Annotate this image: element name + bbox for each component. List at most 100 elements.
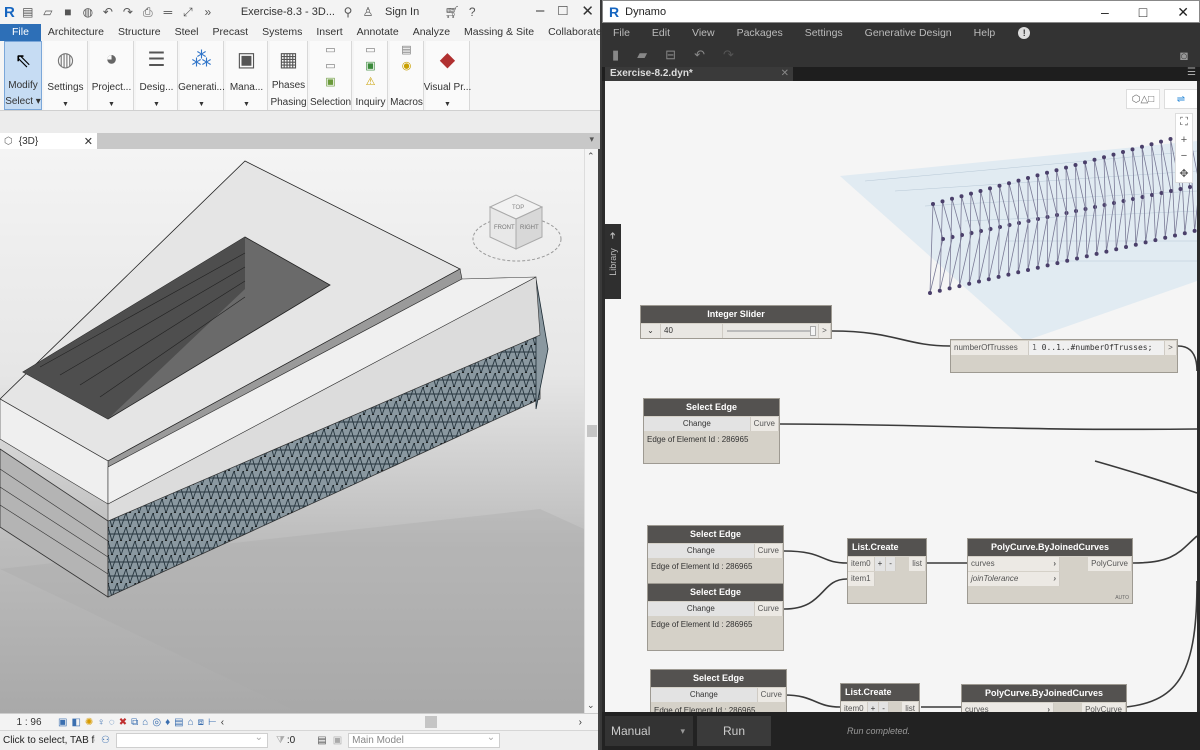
scroll-down-icon[interactable]: ⌄ xyxy=(587,700,595,711)
slider-value[interactable]: 40 xyxy=(661,323,723,338)
workset-icon[interactable]: ⚇ xyxy=(101,735,110,746)
search-icon[interactable]: ⚲ xyxy=(341,5,355,19)
crop-view-icon[interactable]: ✖ xyxy=(119,717,127,728)
zoom-fit-icon[interactable]: ⛶ xyxy=(1180,116,1188,129)
warnings-icon[interactable]: ⚠ xyxy=(366,75,376,88)
input-port-item0[interactable]: item0 xyxy=(848,556,875,571)
change-button[interactable]: Change xyxy=(644,416,751,431)
sun-path-icon[interactable]: ✺ xyxy=(85,717,93,728)
close-icon[interactable]: ✕ xyxy=(781,67,789,81)
select-dropdown[interactable]: Select ▾ xyxy=(5,96,41,107)
output-port-list[interactable]: list xyxy=(909,556,926,571)
run-button[interactable]: Run xyxy=(697,716,771,746)
design-options-icon[interactable]: ▣ xyxy=(333,735,342,746)
scroll-thumb[interactable] xyxy=(587,425,597,437)
reveal-hidden-icon[interactable]: ♦ xyxy=(165,717,170,728)
add-input-button[interactable]: + xyxy=(867,701,880,712)
align-icon[interactable]: ⤢ xyxy=(181,5,195,19)
pan-icon[interactable]: ✥ xyxy=(1179,167,1188,180)
modify-button[interactable]: ⇖ Modify Select ▾ xyxy=(4,41,42,110)
output-port[interactable]: > xyxy=(1165,340,1177,355)
select-edge-node[interactable]: Select Edge Change Curve Edge of Element… xyxy=(647,525,784,585)
tab-annotate[interactable]: Annotate xyxy=(350,24,406,41)
editable-only-icon[interactable]: ▤ xyxy=(317,735,326,746)
expand-slider-icon[interactable]: ⌄ xyxy=(641,323,661,338)
output-port-curve[interactable]: Curve xyxy=(757,687,786,702)
user-icon[interactable]: ♙ xyxy=(361,5,375,19)
output-port-curve[interactable]: Curve xyxy=(754,601,783,616)
output-port-curve[interactable]: Curve xyxy=(754,543,783,558)
show-crop-icon[interactable]: ⧉ xyxy=(131,717,138,728)
tab-systems[interactable]: Systems xyxy=(255,24,309,41)
menu-file[interactable]: File xyxy=(602,27,641,39)
tab-massing-site[interactable]: Massing & Site xyxy=(457,24,541,41)
print-icon[interactable]: ⎙ xyxy=(141,5,155,19)
close-icon[interactable]: ✕ xyxy=(581,2,594,20)
list-create-node[interactable]: List.Create item0 + - list item1 xyxy=(847,538,927,604)
output-port-curve[interactable]: Curve xyxy=(750,416,779,431)
output-port-polycurve[interactable]: PolyCurve xyxy=(1088,556,1132,571)
help-icon[interactable]: ? xyxy=(465,5,479,19)
tab-precast[interactable]: Precast xyxy=(206,24,256,41)
open-file-icon[interactable]: ▰ xyxy=(637,47,647,63)
tab-structure[interactable]: Structure xyxy=(111,24,168,41)
undo-icon[interactable]: ↶ xyxy=(101,5,115,19)
select-by-id-icon[interactable]: ▣ xyxy=(365,59,375,72)
scroll-up-icon[interactable]: ⌃ xyxy=(587,151,595,162)
output-port-list[interactable]: list xyxy=(902,701,919,712)
ids-icon[interactable]: ▭ xyxy=(365,43,375,56)
zoom-out-icon[interactable]: − xyxy=(1181,150,1187,162)
tab-file[interactable]: File xyxy=(0,24,41,41)
manage-button[interactable]: ▣ Mana... ▼ xyxy=(226,41,268,110)
chevron-down-icon[interactable]: ▼ xyxy=(444,101,451,108)
design-button[interactable]: ☰ Desig... ▼ xyxy=(136,41,178,110)
scroll-right-icon[interactable]: › xyxy=(579,717,582,728)
tab-collaborate[interactable]: Collaborate xyxy=(541,24,609,41)
list-create-node[interactable]: List.Create item0 + - list xyxy=(840,683,920,712)
chevron-down-icon[interactable]: ▼ xyxy=(108,101,115,108)
save-icon[interactable]: ■ xyxy=(61,5,75,19)
vertical-scrollbar[interactable]: ⌃ ⌄ xyxy=(584,149,598,713)
minimize-icon[interactable]: – xyxy=(1101,4,1109,21)
select-pinned-icon[interactable]: ▣ xyxy=(325,75,335,88)
zoom-in-icon[interactable]: + xyxy=(1181,134,1187,146)
macro-manager-icon[interactable]: ▤ xyxy=(401,43,411,56)
run-mode-dropdown[interactable]: Manual xyxy=(605,716,693,746)
highlight-icon[interactable]: ⧈ xyxy=(198,717,204,728)
tab-list-icon[interactable]: ▾ xyxy=(589,134,594,145)
select-links-icon[interactable]: ▭ xyxy=(325,43,335,56)
new-file-icon[interactable]: ▮ xyxy=(612,47,619,63)
integer-slider-node[interactable]: Integer Slider ⌄ 40 > xyxy=(640,305,832,339)
remove-input-button[interactable]: - xyxy=(879,701,889,712)
chevron-down-icon[interactable]: ▼ xyxy=(243,101,250,108)
detail-level-icon[interactable]: ▣ xyxy=(58,717,67,728)
project-button[interactable]: ◕ Project... ▼ xyxy=(90,41,134,110)
sync-icon[interactable]: ◍ xyxy=(81,5,95,19)
undo-icon[interactable]: ↶ xyxy=(694,47,705,63)
menu-settings[interactable]: Settings xyxy=(794,27,854,39)
more-icon[interactable]: » xyxy=(201,5,215,19)
code-text[interactable]: 0..1..#numberOfTrusses; xyxy=(1042,343,1153,352)
graph-canvas[interactable]: Library ➔ ⬡△□ ⇌ ⛶ + − ✥ Integer Slider ⌄ … xyxy=(605,81,1197,712)
horizontal-scroll-thumb[interactable] xyxy=(425,716,437,728)
view-tab-3d[interactable]: ⬡ {3D} ✕ xyxy=(0,133,97,149)
tab-architecture[interactable]: Architecture xyxy=(41,24,111,41)
select-edge-node[interactable]: Select Edge Change Curve Edge of Element… xyxy=(647,583,784,651)
shadows-icon[interactable]: ♀ xyxy=(97,717,105,728)
change-button[interactable]: Change xyxy=(648,601,755,616)
settings-button[interactable]: ◍ Settings ▼ xyxy=(44,41,88,110)
menu-packages[interactable]: Packages xyxy=(726,27,794,39)
home-icon[interactable]: ▤ xyxy=(21,5,35,19)
revit-logo-icon[interactable]: R xyxy=(4,4,15,21)
view-scale[interactable]: 1 : 96 xyxy=(0,717,58,728)
output-port[interactable]: > xyxy=(819,323,831,338)
macro-security-icon[interactable]: ◉ xyxy=(402,59,412,72)
temp-hide-icon[interactable]: ◎ xyxy=(152,717,161,728)
graph-view-button[interactable]: ⇌ xyxy=(1164,89,1197,109)
visual-programming-button[interactable]: ◆ Visual Pr... ▼ xyxy=(424,41,471,110)
save-icon[interactable]: ⊟ xyxy=(665,47,676,63)
remove-input-button[interactable]: - xyxy=(886,556,896,571)
scroll-left-icon[interactable]: ‹ xyxy=(221,717,224,728)
input-port-jointolerance[interactable]: joinTolerance › xyxy=(968,571,1060,586)
change-button[interactable]: Change xyxy=(648,543,755,558)
